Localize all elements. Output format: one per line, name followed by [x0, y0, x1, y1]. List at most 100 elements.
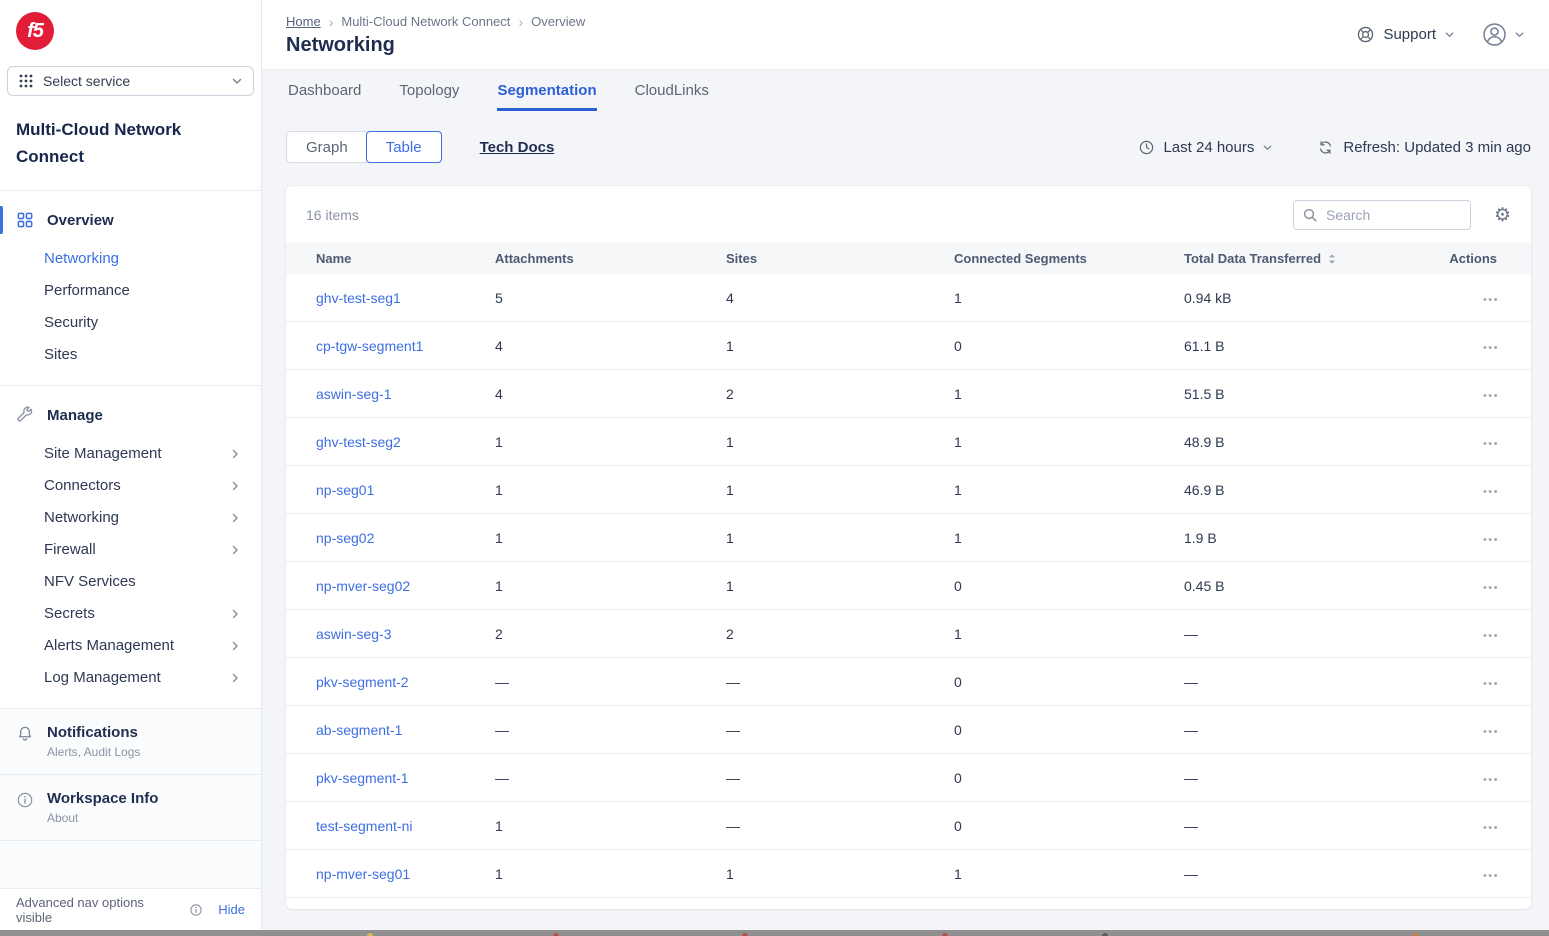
f5-logo-text: f5 — [27, 20, 43, 43]
sidebar-item-log-management[interactable]: Log Management — [0, 662, 261, 694]
breadcrumb-item-home[interactable]: Home — [286, 14, 321, 29]
table-row: test-segment-ni1—0—••• — [286, 802, 1531, 850]
attachments-value: 1 — [495, 434, 503, 450]
attachments-value: 1 — [495, 482, 503, 498]
support-menu[interactable]: Support — [1356, 25, 1455, 44]
segment-name-link[interactable]: ghv-test-seg1 — [316, 290, 401, 306]
hide-advanced-nav-button[interactable]: Hide — [218, 902, 245, 917]
sidebar-item-overview[interactable]: Overview — [0, 203, 261, 237]
row-actions-menu-button[interactable]: ••• — [1483, 630, 1499, 642]
column-header-total-data-transferred[interactable]: Total Data Transferred — [1184, 243, 1424, 274]
time-range-selector[interactable]: Last 24 hours — [1138, 139, 1273, 156]
segment-name-link[interactable]: pkv-segment-1 — [316, 770, 409, 786]
background-window-strip — [0, 930, 1549, 936]
segment-name-link[interactable]: cp-tgw-segment1 — [316, 338, 423, 354]
sidebar-item-networking[interactable]: Networking — [0, 502, 261, 534]
search-input[interactable] — [1293, 200, 1471, 230]
table-row: aswin-seg-142151.5 B••• — [286, 370, 1531, 418]
row-actions-menu-button[interactable]: ••• — [1483, 438, 1499, 450]
table-row: np-mver-seg021100.45 B••• — [286, 562, 1531, 610]
segment-name-link[interactable]: np-mver-seg01 — [316, 866, 410, 882]
refresh-button[interactable]: Refresh: Updated 3 min ago — [1317, 139, 1531, 156]
table-row: aswin-seg-3221—••• — [286, 610, 1531, 658]
segment-name-link[interactable]: ghv-test-seg2 — [316, 434, 401, 450]
info-icon — [189, 903, 203, 917]
segment-name-link[interactable]: ab-segment-1 — [316, 722, 402, 738]
table-row: np-seg021111.9 B••• — [286, 514, 1531, 562]
sites-value: 1 — [726, 482, 734, 498]
connected-segments-value: 0 — [954, 578, 962, 594]
segment-name-link[interactable]: test-segment-ni — [316, 818, 412, 834]
segment-name-link[interactable]: pkv-segment-2 — [316, 674, 409, 690]
segment-name-link[interactable]: aswin-seg-3 — [316, 626, 391, 642]
user-avatar-icon — [1481, 21, 1508, 48]
segment-name-link[interactable]: np-mver-seg02 — [316, 578, 410, 594]
breadcrumb-item-multi-cloud-network-connect[interactable]: Multi-Cloud Network Connect — [341, 14, 510, 29]
total-data-transferred-value: 0.94 kB — [1184, 290, 1231, 306]
column-header-sites[interactable]: Sites — [726, 243, 954, 274]
total-data-transferred-value: 1.9 B — [1184, 530, 1217, 546]
sidebar-item-performance[interactable]: Performance — [0, 275, 261, 307]
tab-dashboard[interactable]: Dashboard — [288, 82, 361, 111]
attachments-value: 1 — [495, 818, 503, 834]
sidebar-item-sites[interactable]: Sites — [0, 339, 261, 371]
row-actions-menu-button[interactable]: ••• — [1483, 870, 1499, 882]
tab-cloudlinks[interactable]: CloudLinks — [635, 82, 709, 111]
breadcrumb-item-overview[interactable]: Overview — [531, 14, 585, 29]
row-actions-menu-button[interactable]: ••• — [1483, 774, 1499, 786]
connected-segments-value: 0 — [954, 338, 962, 354]
graph-view-button[interactable]: Graph — [286, 131, 367, 163]
sites-value: 2 — [726, 626, 734, 642]
row-actions-menu-button[interactable]: ••• — [1483, 678, 1499, 690]
sidebar-spacer — [0, 841, 261, 889]
segment-name-link[interactable]: aswin-seg-1 — [316, 386, 391, 402]
segment-name-link[interactable]: np-seg02 — [316, 530, 374, 546]
row-actions-menu-button[interactable]: ••• — [1483, 726, 1499, 738]
connected-segments-value: 1 — [954, 386, 962, 402]
tab-segmentation[interactable]: Segmentation — [497, 82, 596, 111]
connected-segments-value: 0 — [954, 770, 962, 786]
row-actions-menu-button[interactable]: ••• — [1483, 822, 1499, 834]
segments-card: 16 items ⚙ — [286, 186, 1531, 909]
controls-row: Graph Table Tech Docs Last 24 hours — [286, 131, 1531, 163]
tab-topology[interactable]: Topology — [399, 82, 459, 111]
sidebar-item-connectors[interactable]: Connectors — [0, 470, 261, 502]
row-actions-menu-button[interactable]: ••• — [1483, 582, 1499, 594]
sidebar-item-networking[interactable]: Networking — [0, 243, 261, 275]
sidebar-item-workspace-info[interactable]: Workspace Info About — [0, 775, 261, 841]
sidebar-item-nfv-services[interactable]: NFV Services — [0, 566, 261, 598]
connected-segments-value: 1 — [954, 290, 962, 306]
sidebar-item-security[interactable]: Security — [0, 307, 261, 339]
overview-label: Overview — [47, 212, 114, 229]
connected-segments-value: 1 — [954, 482, 962, 498]
sort-icon[interactable] — [1327, 253, 1337, 265]
sidebar-item-secrets[interactable]: Secrets — [0, 598, 261, 630]
connected-segments-value: 1 — [954, 434, 962, 450]
sidebar-item-alerts-management[interactable]: Alerts Management — [0, 630, 261, 662]
sidebar-item-manage[interactable]: Manage — [0, 398, 261, 432]
row-actions-menu-button[interactable]: ••• — [1483, 486, 1499, 498]
total-data-transferred-value: 46.9 B — [1184, 482, 1224, 498]
sidebar-item-label: Secrets — [44, 605, 95, 623]
chevron-right-icon — [229, 544, 241, 556]
segment-name-link[interactable]: np-seg01 — [316, 482, 374, 498]
chevron-down-icon — [1514, 29, 1525, 40]
sidebar-item-firewall[interactable]: Firewall — [0, 534, 261, 566]
manage-items: Site ManagementConnectorsNetworkingFirew… — [0, 438, 261, 694]
gear-icon[interactable]: ⚙ — [1494, 206, 1511, 225]
table-view-button[interactable]: Table — [366, 131, 442, 163]
row-actions-menu-button[interactable]: ••• — [1483, 294, 1499, 306]
column-header-attachments[interactable]: Attachments — [495, 243, 726, 274]
row-actions-menu-button[interactable]: ••• — [1483, 534, 1499, 546]
tech-docs-link[interactable]: Tech Docs — [480, 139, 555, 156]
column-header-connected-segments[interactable]: Connected Segments — [954, 243, 1184, 274]
select-service-dropdown[interactable]: Select service — [7, 66, 254, 96]
column-header-name[interactable]: Name — [286, 243, 495, 274]
sidebar-item-site-management[interactable]: Site Management — [0, 438, 261, 470]
row-actions-menu-button[interactable]: ••• — [1483, 342, 1499, 354]
row-actions-menu-button[interactable]: ••• — [1483, 390, 1499, 402]
attachments-value: — — [495, 722, 509, 738]
account-menu[interactable] — [1481, 21, 1525, 48]
refresh-icon — [1317, 139, 1334, 156]
sidebar-item-notifications[interactable]: Notifications Alerts, Audit Logs — [0, 709, 261, 775]
